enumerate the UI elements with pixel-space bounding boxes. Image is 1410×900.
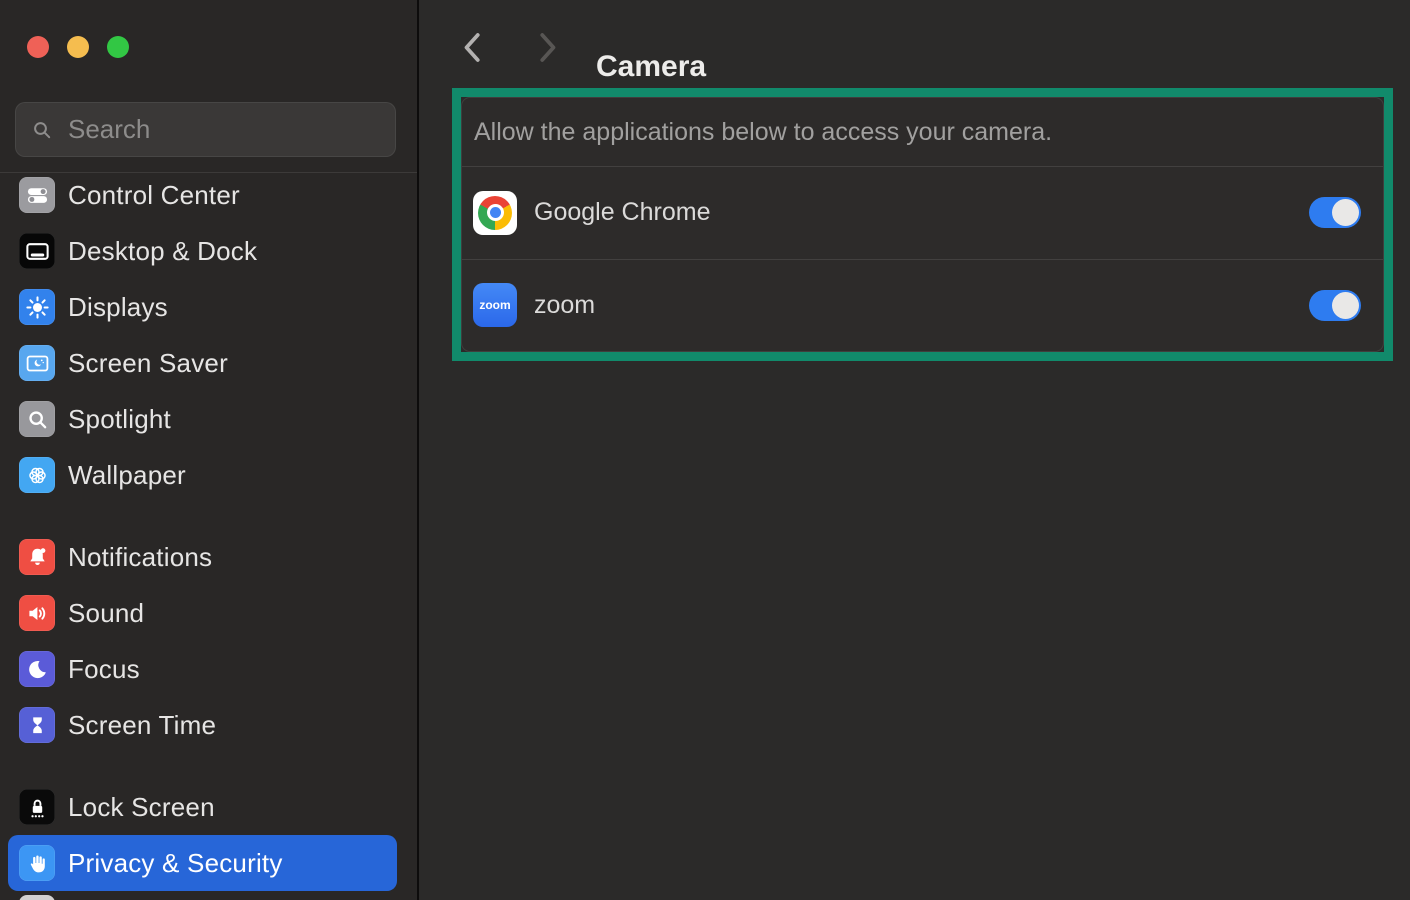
page-title: Camera	[596, 50, 706, 84]
sidebar-item-lock-screen[interactable]: Lock Screen	[8, 779, 397, 835]
control-center-icon	[24, 182, 51, 209]
toggle-knob	[1332, 199, 1359, 226]
sidebar-item-label: Privacy & Security	[68, 848, 283, 879]
sidebar-item-label: Wallpaper	[68, 460, 186, 491]
zoom-app-icon: zoom	[473, 283, 517, 327]
sidebar-group: Lock Screen Privacy & Security	[8, 779, 397, 891]
sidebar-nav: Control Center Desktop & Dock Displays S…	[8, 167, 397, 891]
screen-time-icon	[24, 712, 51, 739]
annotation-highlight-box: Allow the applications below to access y…	[452, 88, 1393, 361]
sidebar-item-label: Lock Screen	[68, 792, 215, 823]
sidebar-item-desktop-and-dock[interactable]: Desktop & Dock	[8, 223, 397, 279]
desktop-dock-icon	[19, 233, 55, 269]
sidebar-item-displays[interactable]: Displays	[8, 279, 397, 335]
sidebar-item-wallpaper[interactable]: Wallpaper	[8, 447, 397, 503]
back-button[interactable]	[459, 31, 489, 64]
toggle-knob	[1332, 292, 1359, 319]
lock-screen-icon	[24, 794, 51, 821]
chevron-right-icon	[531, 31, 561, 64]
chrome-icon	[473, 191, 517, 235]
search-field[interactable]	[15, 102, 396, 157]
minimize-button[interactable]	[67, 36, 89, 58]
zoom-window-button[interactable]	[107, 36, 129, 58]
sidebar-group: Control Center Desktop & Dock Displays S…	[8, 167, 397, 503]
sidebar-item-spotlight[interactable]: Spotlight	[8, 391, 397, 447]
partial-next-item-icon	[19, 895, 55, 900]
chevron-left-icon	[459, 31, 489, 64]
spotlight-icon	[24, 406, 51, 433]
toggle-google-chrome[interactable]	[1309, 197, 1361, 228]
lock-screen-icon	[19, 789, 55, 825]
screen-saver-icon	[24, 350, 51, 377]
sidebar: Control Center Desktop & Dock Displays S…	[0, 0, 419, 900]
screen-time-icon	[19, 707, 55, 743]
sidebar-item-label: Screen Time	[68, 710, 216, 741]
focus-icon	[24, 656, 51, 683]
sidebar-item-label: Notifications	[68, 542, 212, 573]
camera-permissions-panel: Allow the applications below to access y…	[461, 97, 1384, 352]
sidebar-item-sound[interactable]: Sound	[8, 585, 397, 641]
forward-button[interactable]	[531, 31, 561, 64]
sidebar-item-label: Sound	[68, 598, 144, 629]
description-row: Allow the applications below to access y…	[462, 98, 1383, 167]
sound-icon	[24, 600, 51, 627]
sidebar-group: Notifications Sound Focus Screen Time	[8, 529, 397, 753]
app-permission-row-zoom: zoom zoom	[462, 259, 1383, 352]
desktop-dock-icon	[24, 238, 51, 265]
sound-icon	[19, 595, 55, 631]
focus-icon	[19, 651, 55, 687]
traffic-lights	[27, 36, 129, 58]
zoom-logo-text: zoom	[479, 298, 510, 312]
notifications-icon	[19, 539, 55, 575]
privacy-icon	[19, 845, 55, 881]
sidebar-item-control-center[interactable]: Control Center	[8, 167, 397, 223]
app-name: Google Chrome	[534, 198, 1292, 227]
camera-permission-description: Allow the applications below to access y…	[474, 118, 1052, 147]
notifications-icon	[24, 544, 51, 571]
sidebar-item-label: Spotlight	[68, 404, 171, 435]
wallpaper-icon	[19, 457, 55, 493]
search-input[interactable]	[66, 113, 381, 146]
sidebar-item-label: Desktop & Dock	[68, 236, 257, 267]
displays-icon	[19, 289, 55, 325]
system-settings-window: Control Center Desktop & Dock Displays S…	[0, 0, 1410, 900]
displays-icon	[24, 294, 51, 321]
sidebar-item-label: Control Center	[68, 180, 240, 211]
sidebar-item-privacy-and-security[interactable]: Privacy & Security	[8, 835, 397, 891]
chrome-logo	[478, 196, 512, 230]
sidebar-item-label: Displays	[68, 292, 168, 323]
toggle-zoom[interactable]	[1309, 290, 1361, 321]
spotlight-icon	[19, 401, 55, 437]
control-center-icon	[19, 177, 55, 213]
sidebar-item-screen-time[interactable]: Screen Time	[8, 697, 397, 753]
sidebar-item-label: Screen Saver	[68, 348, 228, 379]
sidebar-item-screen-saver[interactable]: Screen Saver	[8, 335, 397, 391]
sidebar-item-focus[interactable]: Focus	[8, 641, 397, 697]
sidebar-item-notifications[interactable]: Notifications	[8, 529, 397, 585]
close-button[interactable]	[27, 36, 49, 58]
privacy-icon	[24, 850, 51, 877]
wallpaper-icon	[24, 462, 51, 489]
sidebar-item-label: Focus	[68, 654, 140, 685]
search-icon	[30, 118, 54, 142]
app-permission-row-google-chrome: Google Chrome	[462, 167, 1383, 259]
screen-saver-icon	[19, 345, 55, 381]
app-name: zoom	[534, 291, 1292, 320]
